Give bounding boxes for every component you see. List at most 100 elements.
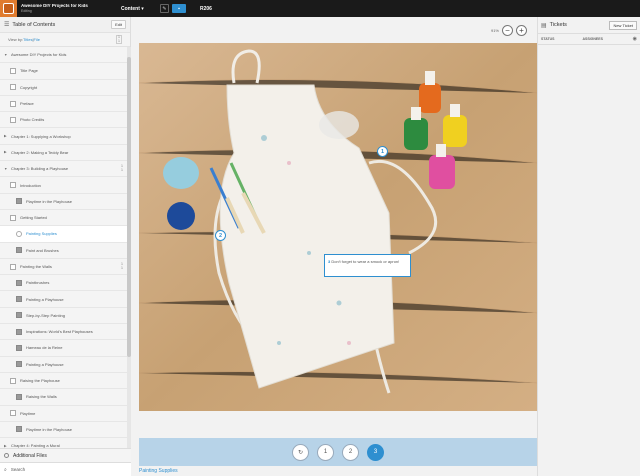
page-button-1[interactable]: 1 bbox=[317, 443, 334, 461]
toc-item[interactable]: Playtime in the Playhouse bbox=[0, 422, 127, 439]
toc-item[interactable]: Paint and Brushes bbox=[0, 243, 127, 259]
chevron-right-icon[interactable]: ▶ bbox=[4, 134, 8, 138]
chevron-down-icon[interactable]: ▼ bbox=[4, 167, 8, 171]
toc-item-label: Playtime in the Playhouse bbox=[26, 426, 73, 432]
plus-circle-icon bbox=[4, 453, 9, 458]
image-icon bbox=[16, 361, 22, 368]
toc-item-label: Preface bbox=[20, 101, 34, 107]
image-icon bbox=[16, 198, 22, 205]
toc-item-label: Step-by-Step Painting bbox=[26, 312, 65, 318]
toc-item[interactable]: ▶ Chapter 1: Supplying a Workshop bbox=[0, 128, 127, 145]
hotspot-marker-2[interactable]: 2 bbox=[215, 230, 226, 241]
additional-files-section[interactable]: Additional Files bbox=[0, 448, 131, 462]
page-button-3[interactable]: 3 bbox=[367, 443, 384, 461]
page-icon bbox=[10, 100, 16, 107]
toc-header: ☰ Table of Contents Edit bbox=[0, 17, 130, 33]
toc-item-label: Chapter 3: Building a Playhouse bbox=[11, 166, 69, 172]
main-canvas: 91% − + 1 2 3 Don't forget to wear a smo… bbox=[131, 17, 537, 476]
search-section[interactable]: ⌕ Search bbox=[0, 462, 131, 476]
toc-item-label: Paintbrushes bbox=[26, 280, 50, 286]
toc-item-label: Chapter 2: Making a Teddy Bear bbox=[11, 149, 69, 155]
toc-item[interactable]: Raising the Walls bbox=[0, 389, 127, 406]
toc-item[interactable]: Raising the Playhouse bbox=[0, 373, 127, 390]
zoom-level: 91% bbox=[490, 27, 499, 33]
zoom-bar: 91% − + bbox=[131, 17, 537, 43]
project-info: Awesome DIY Projects for Kids Editing bbox=[21, 4, 121, 13]
toc-item[interactable]: Paintbrushes bbox=[0, 275, 127, 292]
toc-item[interactable]: ▶ Chapter 2: Making a Teddy Bear bbox=[0, 145, 127, 162]
view-by-bar: View by: Titles | File 1 1 bbox=[0, 33, 130, 47]
toc-item[interactable]: Painting a Playhouse bbox=[0, 291, 127, 308]
toc-item[interactable]: Hameau de la Reine bbox=[0, 340, 127, 357]
toc-title: Table of Contents bbox=[12, 21, 56, 28]
tickets-title: Tickets bbox=[549, 22, 567, 28]
edit-pencil-icon[interactable]: ✎ bbox=[160, 4, 169, 13]
additional-files-label: Additional Files bbox=[13, 452, 47, 459]
toc-item[interactable]: Title Page bbox=[0, 63, 127, 80]
toc-item[interactable]: Painting the Walls 1 1 bbox=[0, 259, 127, 276]
hotspot-marker-1[interactable]: 1 bbox=[377, 146, 388, 157]
toc-item[interactable]: Step-by-Step Painting bbox=[0, 308, 127, 325]
chat-icon: ▤ bbox=[541, 22, 547, 29]
app-logo[interactable] bbox=[0, 0, 17, 17]
page-button-2[interactable]: 2 bbox=[342, 443, 359, 461]
image-caption: Painting Supplies bbox=[139, 468, 178, 474]
assignees-column-header[interactable]: ASSIGNEES bbox=[582, 37, 632, 41]
status-column-header[interactable]: STATUS bbox=[541, 37, 554, 41]
content-menu-dropdown[interactable]: Content ▾ bbox=[121, 6, 157, 12]
chevron-right-icon[interactable]: ▶ bbox=[4, 150, 8, 154]
toc-item[interactable]: Playtime bbox=[0, 406, 127, 422]
zoom-in-button[interactable]: + bbox=[516, 24, 527, 36]
hotspot-pager: ↻ 1 2 3 bbox=[139, 438, 537, 466]
new-ticket-button[interactable]: New Ticket bbox=[609, 20, 637, 30]
toc-item-label: Playtime in the Playhouse bbox=[26, 198, 73, 204]
toc-item-label: Copyright bbox=[20, 84, 38, 90]
eye-icon[interactable]: ◉ bbox=[633, 36, 637, 42]
toc-item-label: Inspirations: World's Best Playhouses bbox=[26, 329, 93, 335]
toc-item[interactable]: Painting a Playhouse bbox=[0, 357, 127, 373]
tickets-columns: STATUS ASSIGNEES ◉ bbox=[538, 34, 640, 45]
page-icon bbox=[10, 214, 16, 221]
page-icon bbox=[10, 116, 16, 123]
reset-icon[interactable]: ↻ bbox=[292, 443, 309, 461]
toc-item-label: Painting the Walls bbox=[20, 264, 52, 269]
toc-list: ▼ Awesome DIY Projects for Kids Title Page… bbox=[0, 47, 127, 455]
toc-item[interactable]: Inspirations: World's Best Playhouses bbox=[0, 324, 127, 341]
toc-item[interactable]: Getting Started bbox=[0, 210, 127, 227]
toc-item-label: Raising the Walls bbox=[26, 394, 57, 400]
view-by-titles-link[interactable]: Titles bbox=[23, 37, 32, 42]
toc-item[interactable]: ▼ Awesome DIY Projects for Kids bbox=[0, 47, 127, 64]
toc-item[interactable]: Preface bbox=[0, 96, 127, 113]
comment-view-icon[interactable]: ▪ bbox=[172, 4, 186, 13]
project-status: Editing bbox=[21, 8, 32, 13]
image-icon bbox=[16, 279, 22, 286]
toc-item-label: Painting Supplies bbox=[26, 231, 57, 237]
toc-item-label: Photo Credits bbox=[20, 117, 45, 123]
toc-item-label: Title Page bbox=[20, 68, 38, 74]
toc-item[interactable]: Photo Credits bbox=[0, 112, 127, 129]
page-icon bbox=[10, 263, 16, 270]
hotspot-callout[interactable]: 3 Don't forget to wear a smock or apron! bbox=[324, 254, 411, 277]
toc-item[interactable]: Introduction bbox=[0, 177, 127, 194]
toc-item[interactable]: ▼ Chapter 3: Building a Playhouse 1 1 bbox=[0, 161, 127, 178]
tickets-panel: ▤ Tickets New Ticket STATUS ASSIGNEES ◉ bbox=[537, 17, 640, 476]
toc-item-label: Painting a Playhouse bbox=[26, 296, 64, 302]
chevron-down-icon[interactable]: ▼ bbox=[4, 53, 8, 57]
toc-item-label: Raising the Playhouse bbox=[20, 378, 60, 384]
photo-illustration bbox=[139, 43, 537, 411]
toc-item[interactable]: Playtime in the Playhouse bbox=[0, 194, 127, 210]
toc-item[interactable]: Painting Supplies bbox=[0, 226, 127, 243]
image-icon bbox=[16, 344, 22, 351]
toc-edit-button[interactable]: Edit bbox=[111, 20, 126, 29]
view-by-label: View by: bbox=[8, 37, 24, 42]
photo-apron-paint-supplies: 1 2 3 Don't forget to wear a smock or ap… bbox=[139, 43, 537, 411]
page-icon bbox=[10, 377, 16, 384]
image-icon bbox=[16, 393, 22, 400]
tickets-header: ▤ Tickets New Ticket bbox=[538, 17, 640, 34]
callout-text: Don't forget to wear a smock or apron! bbox=[331, 259, 400, 264]
view-by-files-link[interactable]: File bbox=[34, 37, 40, 42]
toc-item[interactable]: Copyright bbox=[0, 80, 127, 96]
zoom-out-button[interactable]: − bbox=[502, 24, 513, 36]
search-label: Search bbox=[10, 467, 26, 472]
toc-item-label: Chapter 1: Supplying a Workshop bbox=[11, 133, 71, 139]
